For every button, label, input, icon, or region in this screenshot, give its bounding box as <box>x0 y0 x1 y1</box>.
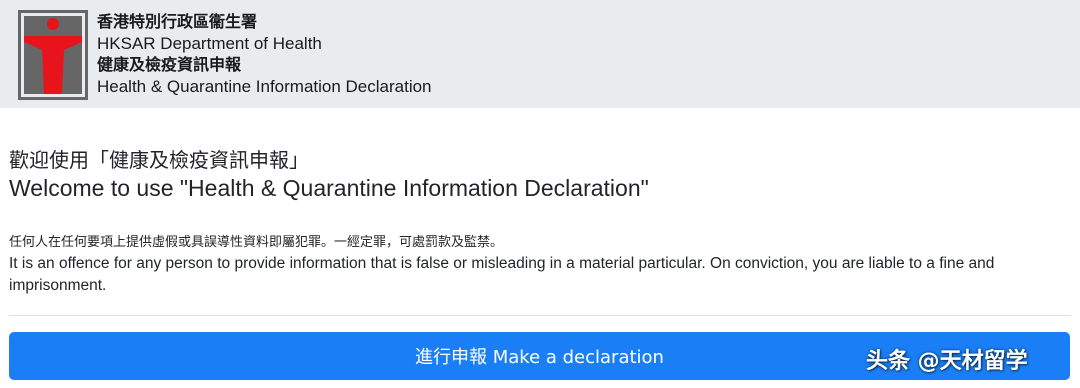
make-declaration-button-label: 進行申報 Make a declaration <box>415 347 664 368</box>
divider <box>9 315 1071 316</box>
legal-warning: 任何人在任何要項上提供虛假或具誤導性資料即屬犯罪。一經定罪，可處罰款及監禁。 I… <box>9 233 1071 297</box>
welcome-heading-zh: 歡迎使用「健康及檢疫資訊申報」 <box>9 148 309 172</box>
header-dept-en: HKSAR Department of Health <box>97 33 322 53</box>
header-dept-zh: 香港特別行政區衞生署 <box>97 12 258 31</box>
welcome-heading: 歡迎使用「健康及檢疫資訊申報」 Welcome to use "Health &… <box>9 146 649 202</box>
header-service-en: Health & Quarantine Information Declarat… <box>97 76 432 96</box>
welcome-heading-en: Welcome to use "Health & Quarantine Info… <box>9 175 649 201</box>
header-service-zh: 健康及檢疫資訊申報 <box>97 55 242 74</box>
header-title-block: 香港特別行政區衞生署 HKSAR Department of Health 健康… <box>97 11 432 97</box>
legal-warning-en: It is an offence for any person to provi… <box>9 255 995 294</box>
department-of-health-logo-icon <box>18 10 88 100</box>
watermark-text: 头条 @天材留学 <box>866 349 1028 374</box>
legal-warning-zh: 任何人在任何要項上提供虛假或具誤導性資料即屬犯罪。一經定罪，可處罰款及監禁。 <box>9 235 504 250</box>
header-banner: 香港特別行政區衞生署 HKSAR Department of Health 健康… <box>0 0 1080 108</box>
